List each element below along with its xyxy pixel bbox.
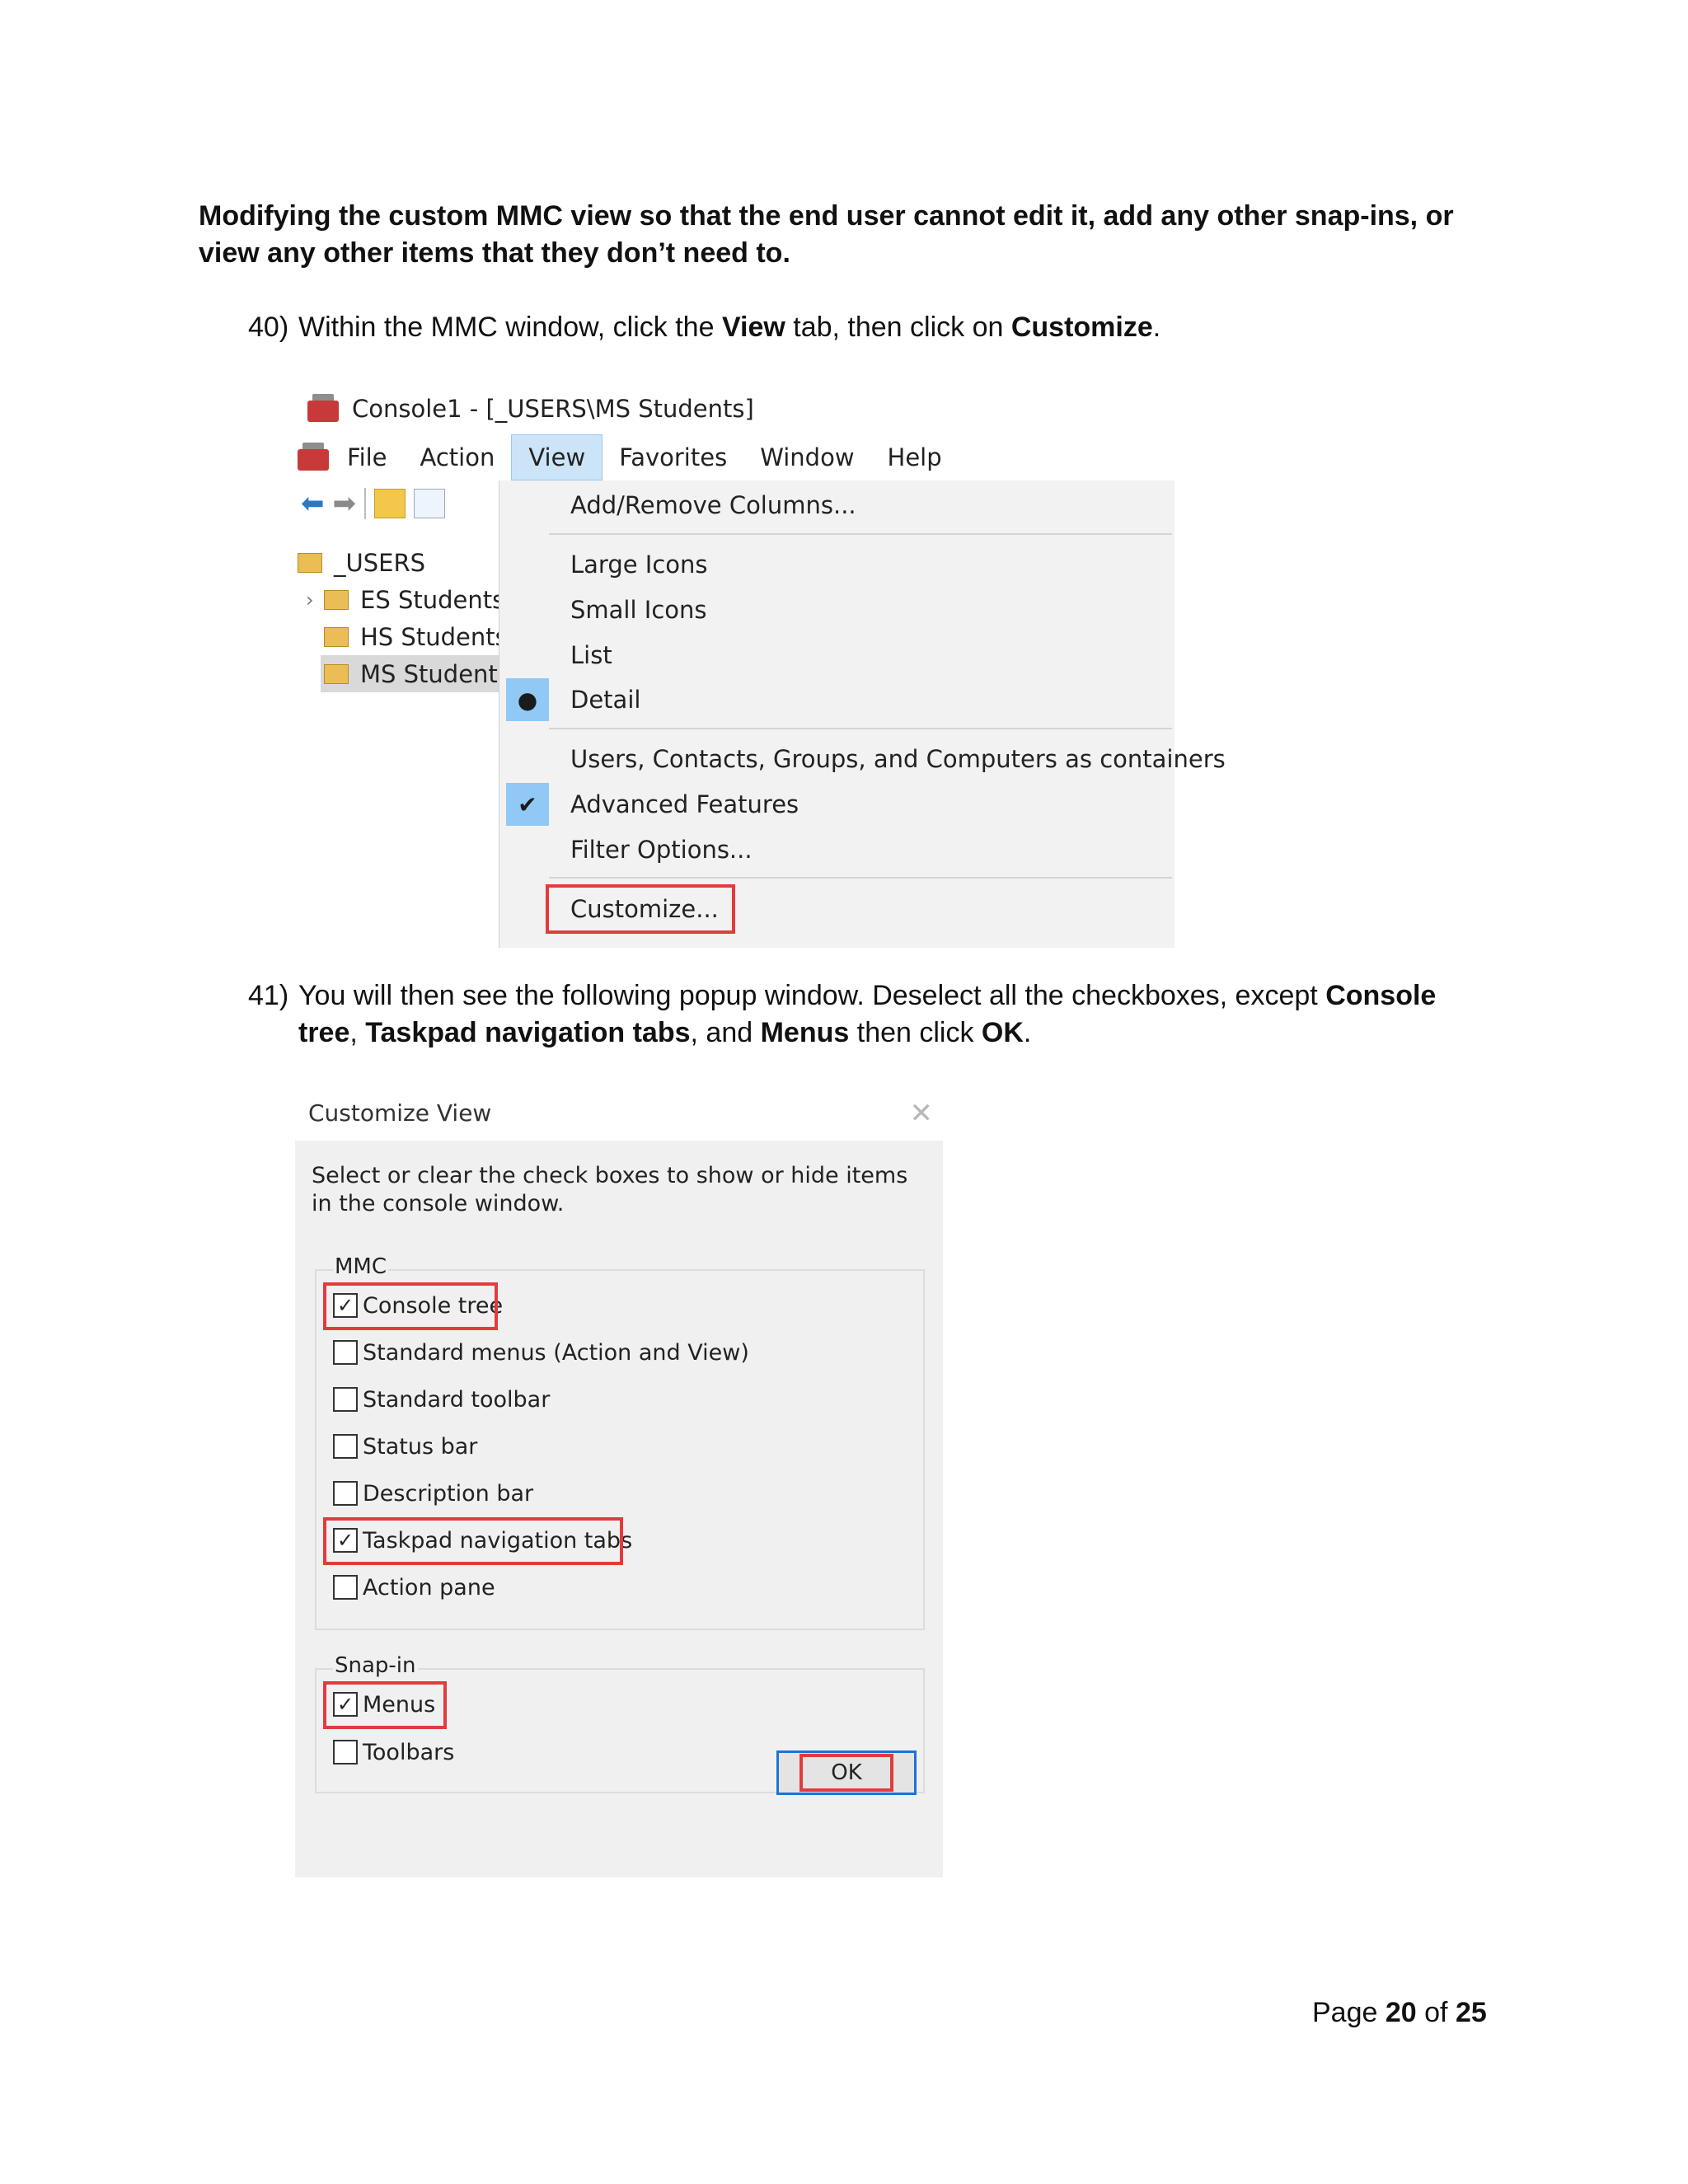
checkbox-standard-menus[interactable]: Standard menus (Action and View) [333, 1336, 749, 1369]
menu-item-large-icons[interactable]: Large Icons [552, 543, 708, 586]
step-text: Within the MMC window, click the View ta… [298, 312, 1161, 343]
menu-view[interactable]: View [511, 434, 603, 480]
up-folder-icon[interactable] [374, 489, 406, 518]
tree-item-users[interactable]: _USERS [298, 544, 504, 581]
menu-item-list[interactable]: List [552, 634, 612, 677]
checkbox[interactable] [333, 1481, 358, 1506]
dialog-title: Customize View [308, 1099, 492, 1127]
snapin-group-label: Snap-in [333, 1653, 418, 1678]
folder-icon [324, 589, 349, 610]
chevron-right-icon[interactable]: › [306, 588, 324, 612]
ok-highlight-box [799, 1754, 893, 1792]
forward-arrow-icon[interactable]: ➡ [333, 487, 357, 520]
mmc-group: MMC ✓ Console tree Standard menus (Actio… [315, 1254, 925, 1630]
bullet-icon: ● [506, 678, 549, 721]
mmc-menu-bar: File Action View Favorites Window Help [298, 434, 1175, 480]
checkbox-description-bar[interactable]: Description bar [333, 1477, 533, 1510]
step-number: 40) [248, 312, 289, 343]
checkbox[interactable] [333, 1340, 358, 1365]
mmc-screenshot: Console1 - [_USERS\MS Students] File Act… [298, 383, 1226, 948]
back-arrow-icon[interactable]: ⬅ [301, 487, 325, 520]
folder-icon [324, 626, 349, 647]
step-40: 40) Within the MMC window, click the Vie… [248, 309, 1469, 346]
mmc-window-title: Console1 - [_USERS\MS Students] [352, 395, 754, 423]
checkbox[interactable] [333, 1740, 358, 1765]
menu-item-filter-options[interactable]: Filter Options... [552, 828, 753, 871]
toolbar-separator [364, 488, 366, 519]
menu-action[interactable]: Action [404, 434, 512, 480]
checkbox[interactable] [333, 1575, 358, 1600]
checkbox[interactable] [333, 1434, 358, 1459]
folder-icon [324, 663, 349, 684]
menu-separator [549, 533, 1172, 535]
menu-separator [549, 728, 1172, 729]
step-number: 41) [248, 980, 289, 1011]
show-hide-tree-icon[interactable] [414, 489, 445, 518]
checkbox-toolbars[interactable]: Toolbars [333, 1736, 454, 1769]
page-number: Page 20 of 25 [1312, 1997, 1487, 2028]
menu-favorites[interactable]: Favorites [603, 434, 743, 480]
mmc-group-label: MMC [333, 1254, 389, 1279]
mmc-menu-icon [298, 443, 331, 472]
checkbox-action-pane[interactable]: Action pane [333, 1571, 495, 1604]
menu-separator [549, 877, 1172, 879]
tree-item-hs-students[interactable]: HS Students [298, 618, 504, 655]
dialog-description: Select or clear the check boxes to show … [312, 1163, 908, 1216]
menu-item-small-icons[interactable]: Small Icons [552, 588, 707, 631]
checkbox[interactable] [333, 1387, 358, 1412]
customize-view-dialog: Customize View ✕ Select or clear the che… [295, 1086, 943, 1877]
menu-item-detail[interactable]: Detail [552, 678, 640, 721]
mmc-app-icon [307, 394, 340, 424]
step-text: You will then see the following popup wi… [298, 980, 1437, 1048]
view-menu-dropdown: Add/Remove Columns... Large Icons Small … [499, 480, 1226, 948]
menu-item-users-contacts-groups[interactable]: Users, Contacts, Groups, and Computers a… [552, 738, 1226, 780]
checkbox-status-bar[interactable]: Status bar [333, 1430, 477, 1463]
console-tree-highlight-box [323, 1282, 498, 1330]
section-heading: Modifying the custom MMC view so that th… [199, 200, 1454, 269]
menu-item-add-remove-columns[interactable]: Add/Remove Columns... [552, 484, 856, 527]
checkmark-icon: ✔ [506, 783, 549, 826]
menu-help[interactable]: Help [871, 434, 959, 480]
dialog-title-bar: Customize View ✕ [295, 1086, 943, 1141]
menu-window[interactable]: Window [743, 434, 870, 480]
taskpad-highlight-box [323, 1517, 623, 1565]
mmc-toolbar: ⬅ ➡ [298, 480, 507, 527]
tree-item-es-students[interactable]: › ES Students [298, 581, 504, 618]
step-41: 41) You will then see the following popu… [248, 977, 1469, 1052]
customize-highlight-box [546, 884, 735, 934]
close-icon[interactable]: ✕ [910, 1086, 934, 1141]
tree-item-ms-students[interactable]: MS Students [321, 655, 504, 692]
folder-icon [298, 552, 322, 573]
console-tree: _USERS › ES Students HS Students MS Stud… [298, 544, 504, 692]
mmc-title-bar: Console1 - [_USERS\MS Students] [298, 383, 1175, 434]
menu-item-advanced-features[interactable]: Advanced Features [552, 783, 799, 826]
checkbox-standard-toolbar[interactable]: Standard toolbar [333, 1383, 550, 1416]
menu-file[interactable]: File [331, 434, 404, 480]
menus-highlight-box [323, 1681, 447, 1729]
